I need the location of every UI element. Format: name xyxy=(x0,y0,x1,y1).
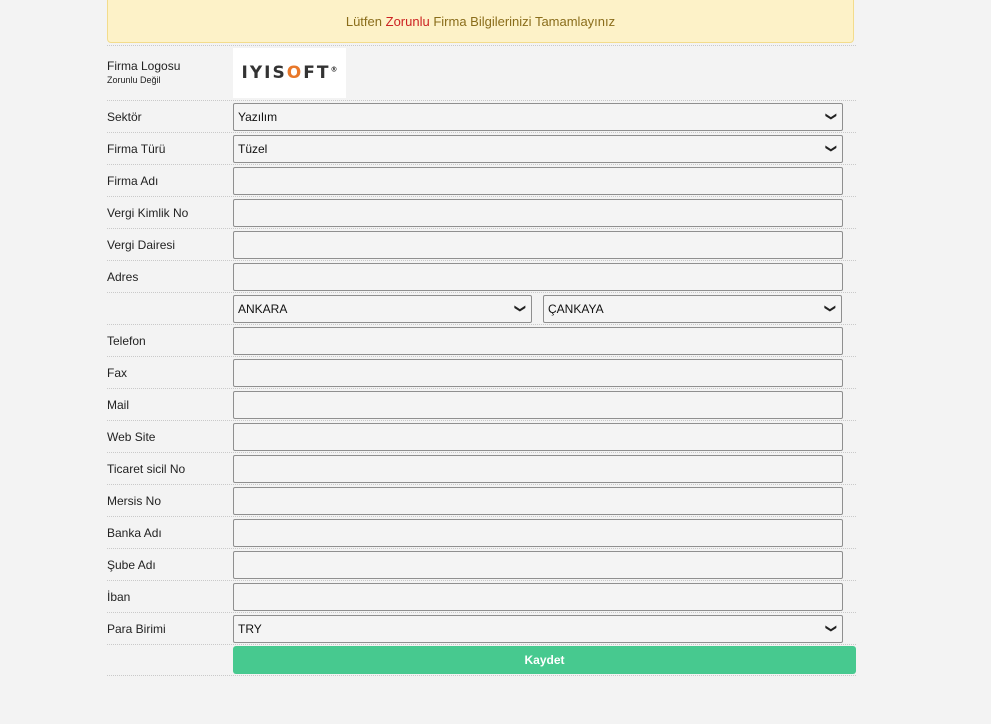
branch-row: Şube Adı xyxy=(107,548,856,580)
chevron-down-icon: ❯ xyxy=(823,303,836,314)
city-value: ANKARA xyxy=(238,301,288,316)
mersis-label: Mersis No xyxy=(107,493,162,508)
currency-label: Para Birimi xyxy=(107,621,166,636)
branch-label: Şube Adı xyxy=(107,557,156,572)
currency-row: Para Birimi TRY ❯ xyxy=(107,612,856,644)
mail-label: Mail xyxy=(107,397,130,412)
company-name-input[interactable] xyxy=(233,166,843,195)
logo-image: IYISOFT® xyxy=(241,63,338,83)
alert-suffix: Firma Bilgilerinizi Tamamlayınız xyxy=(433,14,616,29)
chevron-down-icon: ❯ xyxy=(513,303,526,314)
phone-row: Telefon xyxy=(107,324,856,356)
actions-row: Kaydet xyxy=(107,644,856,676)
company-logo[interactable]: IYISOFT® xyxy=(233,48,346,98)
chevron-down-icon: ❯ xyxy=(824,143,837,154)
company-type-row: Firma Türü Tüzel ❯ xyxy=(107,132,856,164)
info-alert: Lütfen Zorunlu Firma Bilgilerinizi Tamam… xyxy=(107,0,854,43)
iban-label: İban xyxy=(107,589,131,604)
district-value: ÇANKAYA xyxy=(548,301,604,316)
company-name-label: Firma Adı xyxy=(107,173,159,188)
bank-input[interactable] xyxy=(233,518,843,547)
location-row: ANKARA ❯ ÇANKAYA ❯ xyxy=(107,292,856,324)
chevron-down-icon: ❯ xyxy=(824,111,837,122)
mersis-input[interactable] xyxy=(233,486,843,515)
currency-value: TRY xyxy=(238,621,262,636)
website-input[interactable] xyxy=(233,422,843,451)
trade-registry-row: Ticaret sicil No xyxy=(107,452,856,484)
logo-label: Firma Logosu xyxy=(107,59,181,73)
mail-row: Mail xyxy=(107,388,856,420)
currency-select[interactable]: TRY ❯ xyxy=(233,614,843,643)
iban-row: İban xyxy=(107,580,856,612)
trade-registry-input[interactable] xyxy=(233,454,843,483)
chevron-down-icon: ❯ xyxy=(824,623,837,634)
tax-id-input[interactable] xyxy=(233,198,843,227)
branch-input[interactable] xyxy=(233,550,843,579)
alert-prefix: Lütfen xyxy=(345,14,382,29)
mail-input[interactable] xyxy=(233,390,843,419)
phone-input[interactable] xyxy=(233,326,843,355)
address-input[interactable] xyxy=(233,262,843,291)
sector-row: Sektör Yazılım ❯ xyxy=(107,100,856,132)
city-select[interactable]: ANKARA ❯ xyxy=(233,294,532,323)
alert-required-word: Zorunlu xyxy=(385,14,430,29)
address-label: Adres xyxy=(107,269,139,284)
iban-input[interactable] xyxy=(233,582,843,611)
sector-label: Sektör xyxy=(107,109,142,124)
save-button[interactable]: Kaydet xyxy=(233,646,856,674)
district-select[interactable]: ÇANKAYA ❯ xyxy=(543,294,842,323)
tax-id-label: Vergi Kimlik No xyxy=(107,205,189,220)
bank-row: Banka Adı xyxy=(107,516,856,548)
bank-label: Banka Adı xyxy=(107,525,162,540)
fax-input[interactable] xyxy=(233,358,843,387)
fax-label: Fax xyxy=(107,365,128,380)
website-label: Web Site xyxy=(107,429,156,444)
tax-office-row: Vergi Dairesi xyxy=(107,228,856,260)
logo-row: Firma Logosu Zorunlu Değil IYISOFT® xyxy=(107,45,856,100)
phone-label: Telefon xyxy=(107,333,146,348)
website-row: Web Site xyxy=(107,420,856,452)
mersis-row: Mersis No xyxy=(107,484,856,516)
trade-registry-label: Ticaret sicil No xyxy=(107,461,186,476)
tax-office-input[interactable] xyxy=(233,230,843,259)
tax-office-label: Vergi Dairesi xyxy=(107,237,176,252)
address-row: Adres xyxy=(107,260,856,292)
sector-select[interactable]: Yazılım ❯ xyxy=(233,102,843,131)
sector-value: Yazılım xyxy=(238,109,278,124)
company-type-value: Tüzel xyxy=(238,141,268,156)
tax-id-row: Vergi Kimlik No xyxy=(107,196,856,228)
company-name-row: Firma Adı xyxy=(107,164,856,196)
company-form: Firma Logosu Zorunlu Değil IYISOFT® Sekt… xyxy=(107,45,856,676)
logo-sublabel: Zorunlu Değil xyxy=(107,75,161,85)
company-type-label: Firma Türü xyxy=(107,141,166,156)
company-type-select[interactable]: Tüzel ❯ xyxy=(233,134,843,163)
fax-row: Fax xyxy=(107,356,856,388)
